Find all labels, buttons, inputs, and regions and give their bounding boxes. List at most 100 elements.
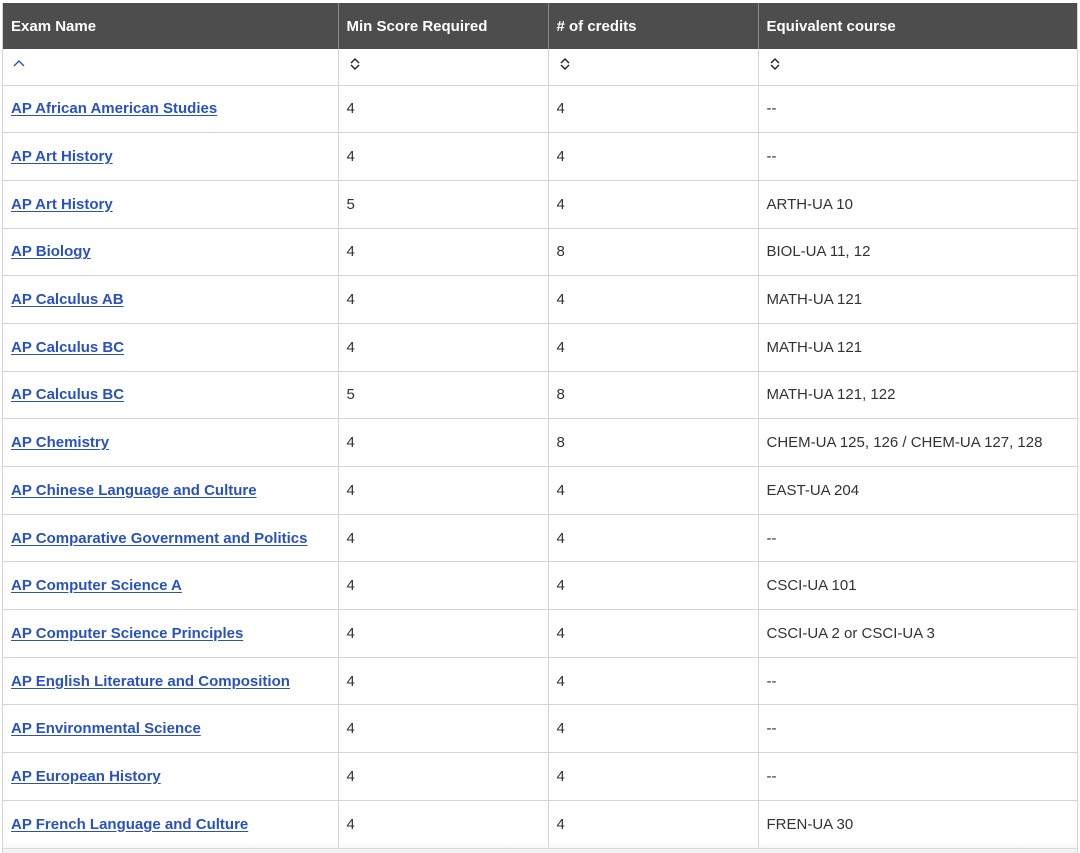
min-score-cell: 4: [338, 228, 549, 277]
table-row: AP Calculus BC 5 8 MATH-UA 121, 122: [3, 371, 1077, 420]
equivalent-course-cell: --: [758, 514, 1077, 563]
equivalent-course-cell: --: [758, 752, 1077, 801]
credits-cell: 4: [548, 704, 759, 754]
exam-name-cell: AP Calculus AB: [3, 275, 339, 324]
sort-exam-name-button[interactable]: [11, 56, 27, 72]
exam-link[interactable]: AP Art History: [11, 148, 113, 165]
exam-name-cell: AP Art History: [3, 180, 339, 229]
table-row: AP Chemistry 4 8 CHEM-UA 125, 126 / CHEM…: [3, 418, 1077, 467]
table-row: AP Calculus AB 4 4 MATH-UA 121: [3, 275, 1077, 324]
exam-name-cell: AP Chemistry: [3, 418, 339, 467]
min-score-cell: 4: [338, 275, 549, 324]
table-row: AP Biology 4 8 BIOL-UA 11, 12: [3, 228, 1077, 277]
equivalent-course-cell: ARTH-UA 10: [758, 180, 1077, 229]
table-row: AP Art History 5 4 ARTH-UA 10: [3, 180, 1077, 229]
sort-toggle-icon: [350, 58, 359, 71]
exam-link[interactable]: AP Calculus BC: [11, 339, 124, 356]
credits-cell: 4: [548, 132, 759, 181]
ap-credit-table-container: Exam Name Min Score Required # of credit…: [2, 3, 1078, 853]
table-row: AP Comparative Government and Politics 4…: [3, 514, 1077, 563]
equivalent-course-cell: MATH-UA 121, 122: [758, 371, 1077, 420]
table-row: AP Chinese Language and Culture 4 4 EAST…: [3, 466, 1077, 515]
exam-link[interactable]: AP Chemistry: [11, 434, 109, 451]
exam-link[interactable]: AP English Literature and Composition: [11, 673, 290, 690]
exam-name-cell: AP Computer Science A: [3, 561, 339, 611]
table-row: AP French Language and Culture 4 4 FREN-…: [3, 800, 1077, 849]
sort-toggle-icon: [560, 58, 569, 71]
credits-cell: 4: [548, 800, 759, 849]
column-header-min-score: Min Score Required: [338, 3, 549, 49]
min-score-cell: 4: [338, 561, 549, 611]
exam-link[interactable]: AP European History: [11, 768, 161, 785]
min-score-cell: 4: [338, 418, 549, 467]
exam-name-cell: AP Art History: [3, 132, 339, 181]
sort-controls-row: [3, 49, 1077, 86]
sort-cell-equivalent-course: [758, 49, 1077, 86]
exam-link[interactable]: AP Environmental Science: [11, 720, 201, 737]
table-row: AP European History 4 4 --: [3, 752, 1077, 801]
table-row: AP English Literature and Composition 4 …: [3, 657, 1077, 706]
table-row: AP Computer Science A 4 4 CSCI-UA 101: [3, 561, 1077, 611]
credits-cell: 8: [548, 418, 759, 467]
exam-name-cell: AP African American Studies: [3, 85, 339, 134]
min-score-cell: 4: [338, 323, 549, 372]
min-score-cell: 5: [338, 180, 549, 229]
credits-cell: 4: [548, 466, 759, 515]
credits-cell: 4: [548, 657, 759, 706]
min-score-cell: 4: [338, 752, 549, 801]
chevron-up-icon: [13, 60, 25, 67]
exam-name-cell: AP Comparative Government and Politics: [3, 514, 339, 563]
min-score-cell: 4: [338, 657, 549, 706]
equivalent-course-cell: --: [758, 85, 1077, 134]
equivalent-course-cell: BIOL-UA 11, 12: [758, 228, 1077, 277]
exam-link[interactable]: AP Comparative Government and Politics: [11, 530, 307, 547]
exam-link[interactable]: AP Chinese Language and Culture: [11, 482, 257, 499]
table-row: AP Calculus BC 4 4 MATH-UA 121: [3, 323, 1077, 372]
exam-link[interactable]: AP French Language and Culture: [11, 816, 248, 833]
credits-cell: 8: [548, 228, 759, 277]
exam-link[interactable]: AP Calculus BC: [11, 386, 124, 403]
credits-cell: 4: [548, 180, 759, 229]
equivalent-course-cell: CSCI-UA 101: [758, 561, 1077, 611]
credits-cell: 4: [548, 561, 759, 611]
credits-cell: 8: [548, 371, 759, 420]
equivalent-course-cell: MATH-UA 121: [758, 275, 1077, 324]
column-header-credits: # of credits: [548, 3, 759, 49]
credits-cell: 4: [548, 609, 759, 658]
min-score-cell: 4: [338, 800, 549, 849]
ap-credit-table: Exam Name Min Score Required # of credit…: [3, 3, 1077, 849]
exam-name-cell: AP French Language and Culture: [3, 800, 339, 849]
equivalent-course-cell: --: [758, 657, 1077, 706]
exam-link[interactable]: AP Computer Science Principles: [11, 625, 243, 642]
table-row: AP African American Studies 4 4 --: [3, 85, 1077, 134]
exam-link[interactable]: AP Calculus AB: [11, 291, 124, 308]
min-score-cell: 5: [338, 371, 549, 420]
equivalent-course-cell: CSCI-UA 2 or CSCI-UA 3: [758, 609, 1077, 658]
min-score-cell: 4: [338, 466, 549, 515]
credits-cell: 4: [548, 514, 759, 563]
table-body: AP African American Studies 4 4 -- AP Ar…: [3, 85, 1077, 849]
exam-name-cell: AP Environmental Science: [3, 704, 339, 754]
min-score-cell: 4: [338, 85, 549, 134]
sort-cell-min-score: [338, 49, 549, 86]
sort-toggle-icon: [770, 58, 779, 71]
equivalent-course-cell: EAST-UA 204: [758, 466, 1077, 515]
sort-equivalent-course-button[interactable]: [767, 56, 783, 72]
equivalent-course-cell: FREN-UA 30: [758, 800, 1077, 849]
exam-link[interactable]: AP Biology: [11, 243, 91, 260]
credits-cell: 4: [548, 85, 759, 134]
column-header-equivalent-course: Equivalent course: [758, 3, 1077, 49]
exam-link[interactable]: AP African American Studies: [11, 100, 217, 117]
sort-min-score-button[interactable]: [347, 56, 363, 72]
exam-link[interactable]: AP Art History: [11, 196, 113, 213]
credits-cell: 4: [548, 323, 759, 372]
sort-credits-button[interactable]: [557, 56, 573, 72]
exam-name-cell: AP Biology: [3, 228, 339, 277]
table-header-row: Exam Name Min Score Required # of credit…: [3, 3, 1077, 49]
exam-link[interactable]: AP Computer Science A: [11, 577, 182, 594]
exam-name-cell: AP Calculus BC: [3, 371, 339, 420]
sort-cell-credits: [548, 49, 759, 86]
min-score-cell: 4: [338, 514, 549, 563]
credits-cell: 4: [548, 752, 759, 801]
equivalent-course-cell: MATH-UA 121: [758, 323, 1077, 372]
